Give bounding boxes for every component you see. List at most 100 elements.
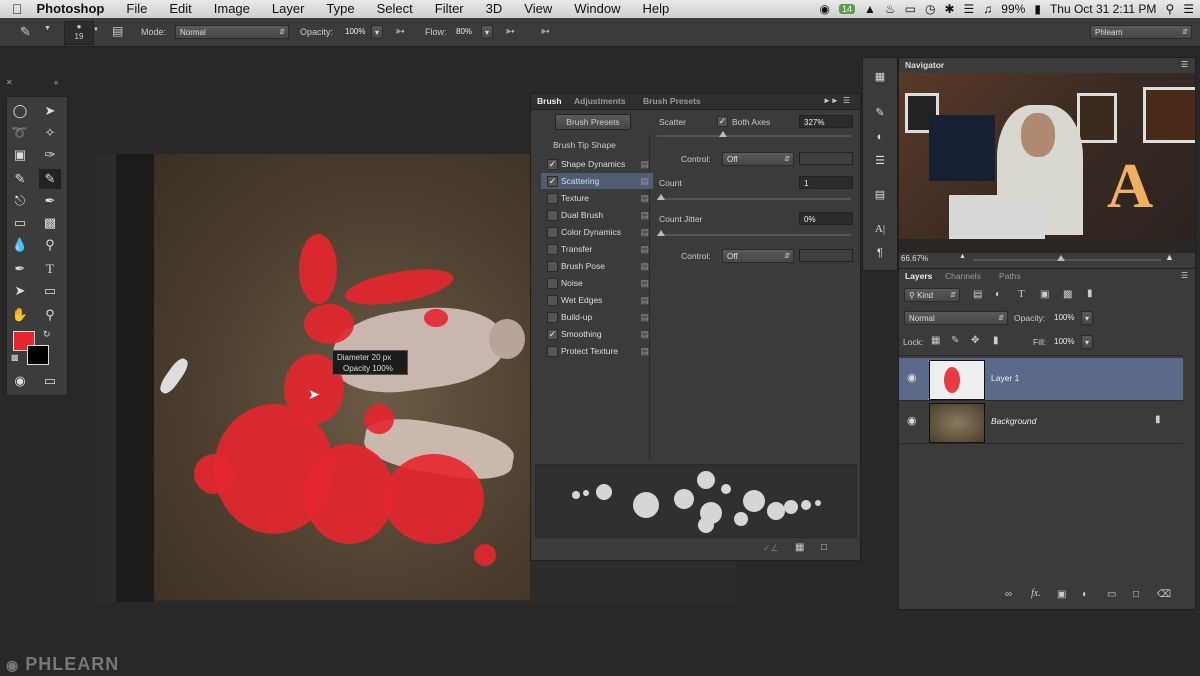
navigator-preview[interactable]: A: [899, 73, 1195, 253]
app-menu[interactable]: Photoshop: [31, 0, 116, 18]
crop-tool-icon[interactable]: ▣: [9, 145, 31, 165]
move-tool-icon[interactable]: ➤: [39, 101, 61, 121]
brush-option-shape-dynamics[interactable]: ✓ Shape Dynamics ▤: [541, 156, 653, 172]
checkbox-icon[interactable]: [547, 346, 558, 357]
lock-icon[interactable]: ▤: [640, 207, 649, 223]
brush-option-texture[interactable]: Texture ▤: [541, 190, 653, 206]
lock-position-icon[interactable]: ✥: [971, 335, 979, 346]
lock-icon[interactable]: ▤: [640, 343, 649, 359]
time-machine-icon[interactable]: ◷: [925, 2, 935, 16]
control-select-2[interactable]: Off ⇵: [722, 249, 794, 263]
eraser-tool-icon[interactable]: ▭: [9, 213, 31, 233]
menu-view[interactable]: View: [513, 0, 563, 18]
tool-preset-chevron-icon[interactable]: ▼: [44, 25, 51, 32]
toggle-live-tip-icon[interactable]: ✓∠: [763, 543, 779, 554]
brush-panel-toggle-icon[interactable]: ▤: [112, 24, 123, 38]
lock-icon[interactable]: ▤: [640, 326, 649, 342]
hand-tool-icon[interactable]: ✋: [9, 305, 31, 325]
brush-option-dual-brush[interactable]: Dual Brush ▤: [541, 207, 653, 223]
filter-shape-icon[interactable]: ▣: [1040, 289, 1049, 300]
checkbox-icon[interactable]: [547, 261, 558, 272]
collapse-panel-icon[interactable]: ►►: [823, 96, 839, 105]
history-icon[interactable]: ▦: [871, 68, 889, 86]
spotlight-icon[interactable]: ⚲: [1165, 2, 1174, 16]
menu-image[interactable]: Image: [203, 0, 261, 18]
checkbox-icon[interactable]: ✓: [547, 329, 558, 340]
gradient-tool-icon[interactable]: ▩: [39, 213, 61, 233]
brush-option-transfer[interactable]: Transfer ▤: [541, 241, 653, 257]
opacity-input[interactable]: 100%: [341, 25, 371, 38]
default-colors-icon[interactable]: ▩: [11, 353, 19, 362]
tab-paths[interactable]: Paths: [999, 271, 1021, 281]
link-layers-icon[interactable]: ∞: [1005, 589, 1012, 600]
tab-adjustments[interactable]: Adjustments: [574, 96, 625, 106]
filter-toggle-icon[interactable]: ▮: [1087, 288, 1093, 299]
magic-wand-tool-icon[interactable]: ✧: [39, 123, 61, 143]
bluetooth-icon[interactable]: ✱: [944, 2, 954, 16]
brush-option-wet-edges[interactable]: Wet Edges ▤: [541, 292, 653, 308]
menu-layer[interactable]: Layer: [261, 0, 316, 18]
brush-option-color-dynamics[interactable]: Color Dynamics ▤: [541, 224, 653, 240]
pen-tool-icon[interactable]: ✒: [9, 259, 31, 279]
filter-pixel-icon[interactable]: ▤: [973, 289, 982, 300]
quick-mask-icon[interactable]: ◉: [9, 371, 31, 391]
info-icon[interactable]: ▤: [871, 186, 889, 204]
checkbox-icon[interactable]: [547, 244, 558, 255]
path-selection-tool-icon[interactable]: ➤: [9, 281, 31, 301]
paragraph-icon[interactable]: ¶: [871, 244, 889, 262]
add-mask-icon[interactable]: ▣: [1057, 589, 1066, 600]
eyedropper-tool-icon[interactable]: ✑: [39, 145, 61, 165]
checkbox-icon[interactable]: [547, 193, 558, 204]
background-color-swatch[interactable]: [27, 345, 49, 365]
layer-row-background[interactable]: ◉ Background ▮: [899, 401, 1183, 444]
brush-option-protect-texture[interactable]: Protect Texture ▤: [541, 343, 653, 359]
lock-icon[interactable]: ▤: [640, 224, 649, 240]
new-brush-icon[interactable]: □: [821, 542, 827, 553]
lock-icon[interactable]: ▤: [640, 173, 649, 189]
clone-stamp-tool-icon[interactable]: ⎋: [9, 191, 31, 211]
mode-select[interactable]: Normal ⇵: [175, 25, 289, 39]
notification-badge[interactable]: 14: [838, 4, 855, 14]
checkbox-icon[interactable]: [547, 312, 558, 323]
brush-grid-icon[interactable]: ▦: [795, 542, 804, 553]
navigator-title[interactable]: Navigator: [905, 60, 944, 70]
slider-knob-icon[interactable]: [1057, 255, 1065, 261]
menu-help[interactable]: Help: [631, 0, 680, 18]
panel-menu-icon[interactable]: ☰: [1181, 271, 1188, 280]
type-tool-icon[interactable]: T: [39, 259, 61, 279]
menu-edit[interactable]: Edit: [158, 0, 202, 18]
opacity-pressure-icon[interactable]: ➳: [395, 24, 405, 38]
checkbox-icon[interactable]: [547, 227, 558, 238]
checkbox-icon[interactable]: ✓: [547, 159, 558, 170]
notification-center-icon[interactable]: ☰: [1183, 2, 1194, 16]
filter-kind-select[interactable]: ⚲ Kind ⇵: [904, 288, 960, 302]
slider-knob-icon[interactable]: [657, 194, 665, 200]
brush-tip-shape-item[interactable]: Brush Tip Shape: [553, 140, 616, 150]
layer-style-icon[interactable]: fx.: [1031, 588, 1041, 599]
history-brush-tool-icon[interactable]: ✒: [39, 191, 61, 211]
brush-option-noise[interactable]: Noise ▤: [541, 275, 653, 291]
tab-channels[interactable]: Channels: [945, 271, 981, 281]
fill-input[interactable]: 100%: [1050, 335, 1080, 348]
menu-file[interactable]: File: [115, 0, 158, 18]
volume-icon[interactable]: ♫: [983, 2, 992, 16]
wifi-icon[interactable]: ☰: [964, 2, 975, 16]
character-icon[interactable]: A|: [871, 220, 889, 238]
menu-3d[interactable]: 3D: [475, 0, 514, 18]
lock-transparent-icon[interactable]: ▦: [931, 335, 940, 346]
filter-adjustment-icon[interactable]: ◐: [995, 289, 1001, 300]
menu-window[interactable]: Window: [563, 0, 631, 18]
scatter-slider[interactable]: [657, 131, 851, 137]
properties-icon[interactable]: ☰: [871, 152, 889, 170]
lock-icon[interactable]: ▤: [640, 275, 649, 291]
battery-icon[interactable]: ▮: [1034, 2, 1041, 16]
zoom-value[interactable]: 66.67%: [901, 254, 928, 263]
count-jitter-slider[interactable]: [657, 230, 851, 236]
layer-name[interactable]: Layer 1: [991, 373, 1019, 383]
new-layer-icon[interactable]: □: [1133, 589, 1139, 600]
count-slider[interactable]: [657, 194, 851, 200]
flow-slider-toggle[interactable]: ▾: [481, 25, 493, 39]
brush-tool-icon[interactable]: ✎: [39, 169, 61, 189]
lock-icon[interactable]: ▤: [640, 190, 649, 206]
eye-icon[interactable]: ◉: [907, 371, 917, 384]
